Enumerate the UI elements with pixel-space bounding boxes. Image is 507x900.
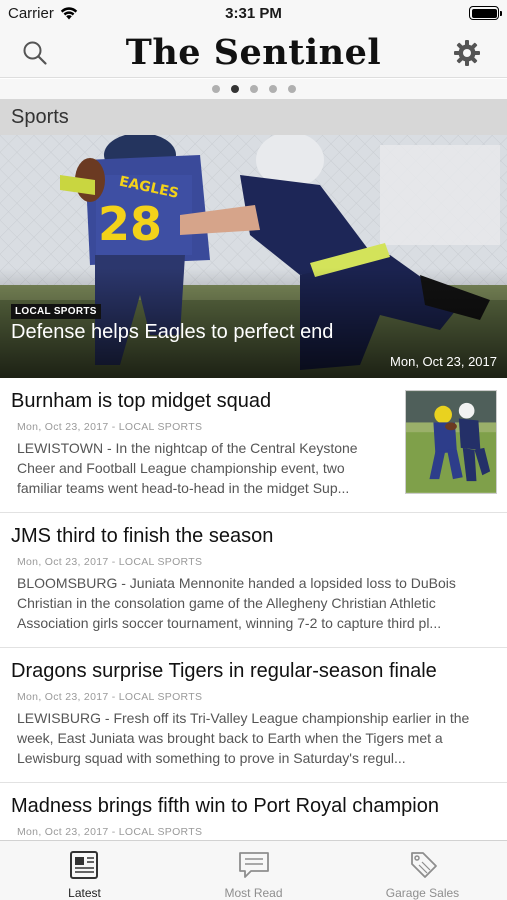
article-row[interactable]: Dragons surprise Tigers in regular-seaso… <box>0 648 507 783</box>
page-dot-active[interactable] <box>230 85 239 93</box>
status-right <box>469 6 502 20</box>
app-title: The Sentinel <box>125 32 382 73</box>
tab-label: Most Read <box>224 886 283 900</box>
article-title[interactable]: Madness brings fifth win to Port Royal c… <box>11 795 496 818</box>
newspaper-icon <box>69 851 98 879</box>
hero-story[interactable]: 28 EAGLES LOCAL SPORTS Defense helps Eag… <box>0 135 507 378</box>
article-title[interactable]: Dragons surprise Tigers in regular-seaso… <box>11 660 496 683</box>
status-time: 3:31 PM <box>225 5 282 22</box>
tab-bar: Latest Most Read Garage Sales <box>0 840 507 900</box>
hero-title[interactable]: Defense helps Eagles to perfect end <box>11 321 333 344</box>
nav-bar: The Sentinel <box>0 28 507 78</box>
page-dot[interactable] <box>249 85 258 93</box>
article-summary: LEWISTOWN - In the nightcap of the Centr… <box>17 440 358 496</box>
gear-icon[interactable] <box>453 39 481 67</box>
article-list: Burnham is top midget squad Mon, Oct 23,… <box>0 378 507 840</box>
message-icon <box>238 852 269 878</box>
battery-level <box>471 8 497 18</box>
tab-latest[interactable]: Latest <box>0 841 169 900</box>
article-thumbnail[interactable] <box>405 390 497 494</box>
tab-garage-sales[interactable]: Garage Sales <box>338 841 507 900</box>
article-meta: Mon, Oct 23, 2017 - LOCAL SPORTS <box>17 826 203 838</box>
section-title: Sports <box>0 99 507 135</box>
hero-category-badge: LOCAL SPORTS <box>11 304 101 319</box>
tab-label: Garage Sales <box>385 886 460 900</box>
article-row[interactable]: Burnham is top midget squad Mon, Oct 23,… <box>0 378 507 513</box>
status-bar: Carrier 3:31 PM <box>0 0 507 28</box>
battery-icon <box>469 6 502 20</box>
tab-label: Latest <box>68 886 101 900</box>
hero-date: Mon, Oct 23, 2017 <box>390 354 497 369</box>
page-dot[interactable] <box>287 85 296 93</box>
article-row[interactable]: Madness brings fifth win to Port Royal c… <box>0 783 507 840</box>
page-dot[interactable] <box>211 85 220 93</box>
article-row[interactable]: JMS third to finish the season Mon, Oct … <box>0 513 507 648</box>
article-summary: BLOOMSBURG - Juniata Mennonite handed a … <box>17 575 456 631</box>
page-dot[interactable] <box>268 85 277 93</box>
article-title[interactable]: JMS third to finish the season <box>11 525 496 548</box>
article-meta: Mon, Oct 23, 2017 - LOCAL SPORTS <box>17 556 203 568</box>
price-tag-icon <box>410 852 437 878</box>
tab-most-read[interactable]: Most Read <box>169 841 338 900</box>
page-indicator[interactable] <box>0 79 507 99</box>
article-summary: LEWISBURG - Fresh off its Tri-Valley Lea… <box>17 710 470 766</box>
article-meta: Mon, Oct 23, 2017 - LOCAL SPORTS <box>17 691 203 703</box>
jersey-number: 28 <box>98 197 162 251</box>
